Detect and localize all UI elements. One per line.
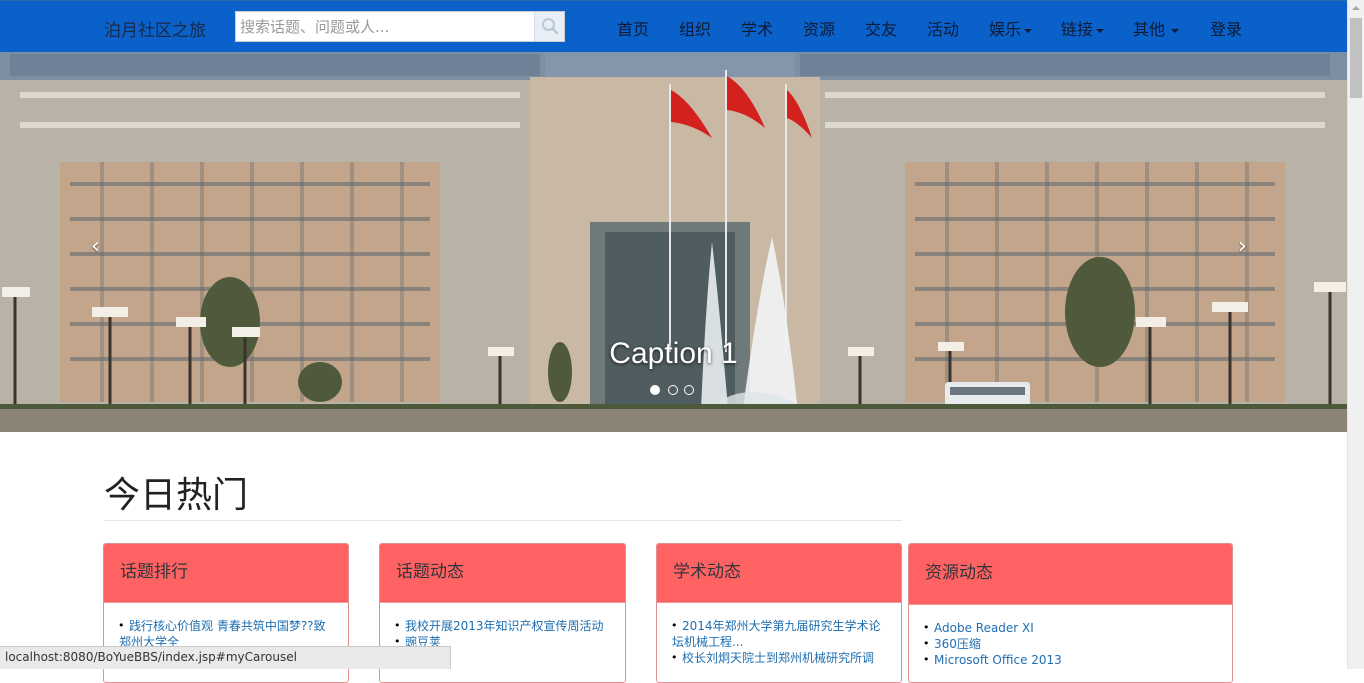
panel-title: 学术动态 [657, 544, 901, 603]
carousel: ‹ › Caption 1 [0, 52, 1347, 432]
carousel-prev-control[interactable]: ‹ [91, 234, 100, 259]
carousel-indicator-2[interactable] [668, 385, 678, 395]
nav-item-other-dropdown[interactable]: 其他 [1133, 16, 1180, 40]
carousel-next-control[interactable]: › [1238, 234, 1247, 259]
list-item[interactable]: 校长刘炯天院士到郑州机械研究所调 [657, 650, 901, 666]
nav-item-label: 登录 [1210, 20, 1243, 39]
panel-list: 2014年郑州大学第九届研究生学术论坛机械工程... 校长刘炯天院士到郑州机械研… [657, 603, 901, 666]
section-title-hot-today: 今日热门 [104, 475, 249, 516]
brand-logo-text[interactable]: 泊月社区之旅 [104, 16, 206, 41]
search-button[interactable] [534, 12, 564, 41]
nav-item-resources[interactable]: 资源 [803, 16, 835, 40]
list-item-link[interactable]: 2014年郑州大学第九届研究生学术论坛机械工程... [672, 618, 889, 650]
nav-item-links-dropdown[interactable]: 链接 [1061, 16, 1105, 40]
carousel-indicator-3[interactable] [684, 385, 694, 395]
nav-item-login[interactable]: 登录 [1210, 16, 1242, 40]
search-input[interactable] [236, 12, 536, 41]
search-icon [542, 18, 559, 35]
panel-title: 话题动态 [380, 544, 625, 603]
nav-item-friends[interactable]: 交友 [865, 16, 897, 40]
page-scrollbar[interactable] [1347, 0, 1364, 669]
caret-down-icon [1096, 28, 1105, 33]
panel-resource-news: 资源动态 Adobe Reader XI 360压缩 Microsoft Off… [908, 543, 1233, 683]
search-box [235, 11, 565, 42]
list-item[interactable]: 360压缩 [909, 636, 1232, 652]
nav-item-label: 活动 [927, 20, 960, 39]
panel-list: 我校开展2013年知识产权宣传周活动 豌豆荚 [380, 603, 625, 650]
nav-item-academic[interactable]: 学术 [741, 16, 773, 40]
list-item[interactable]: Microsoft Office 2013 [909, 652, 1232, 668]
panel-academic-news: 学术动态 2014年郑州大学第九届研究生学术论坛机械工程... 校长刘炯天院士到… [656, 543, 902, 683]
list-item-link[interactable]: Adobe Reader XI [924, 620, 1220, 636]
list-item-link[interactable]: 校长刘炯天院士到郑州机械研究所调 [672, 650, 889, 666]
nav-item-home[interactable]: 首页 [617, 16, 649, 40]
nav-item-organization[interactable]: 组织 [679, 16, 711, 40]
carousel-slide-image [0, 52, 1347, 432]
section-divider [104, 520, 902, 521]
nav-item-label: 交友 [865, 20, 898, 39]
panel-title: 资源动态 [909, 544, 1232, 605]
panel-title: 话题排行 [104, 544, 348, 603]
list-item-link[interactable]: 我校开展2013年知识产权宣传周活动 [395, 618, 613, 634]
list-item-link[interactable]: Microsoft Office 2013 [924, 652, 1220, 668]
browser-status-bar: localhost:8080/BoYueBBS/index.jsp#myCaro… [0, 646, 451, 669]
nav-item-activities[interactable]: 活动 [927, 16, 959, 40]
caret-down-icon [1171, 28, 1180, 33]
nav-item-label: 组织 [679, 20, 712, 39]
nav-item-label: 娱乐 [989, 20, 1022, 39]
scroll-thumb[interactable] [1350, 18, 1362, 98]
panel-list: 践行核心价值观 青春共筑中国梦??致郑州大学全 [104, 603, 348, 650]
carousel-indicator-1[interactable] [650, 385, 660, 395]
carousel-caption: Caption 1 [609, 337, 738, 370]
caret-down-icon [1024, 28, 1033, 33]
navbar: 泊月社区之旅 首页 组织 学术 资源 交友 活动 娱乐 链接 其他 登录 [0, 0, 1347, 52]
nav-item-label: 其他 [1133, 20, 1166, 39]
list-item[interactable]: 我校开展2013年知识产权宣传周活动 [380, 618, 625, 634]
list-item-link[interactable]: 360压缩 [924, 636, 1220, 652]
list-item[interactable]: Adobe Reader XI [909, 620, 1232, 636]
list-item[interactable]: 2014年郑州大学第九届研究生学术论坛机械工程... [657, 618, 901, 650]
nav-item-label: 链接 [1061, 20, 1094, 39]
nav-item-entertainment-dropdown[interactable]: 娱乐 [989, 16, 1033, 40]
nav-item-label: 首页 [617, 20, 650, 39]
nav-item-label: 资源 [803, 20, 836, 39]
panel-list: Adobe Reader XI 360压缩 Microsoft Office 2… [909, 605, 1232, 668]
nav-item-label: 学术 [741, 20, 774, 39]
scroll-up-arrow-icon[interactable] [1352, 6, 1360, 10]
